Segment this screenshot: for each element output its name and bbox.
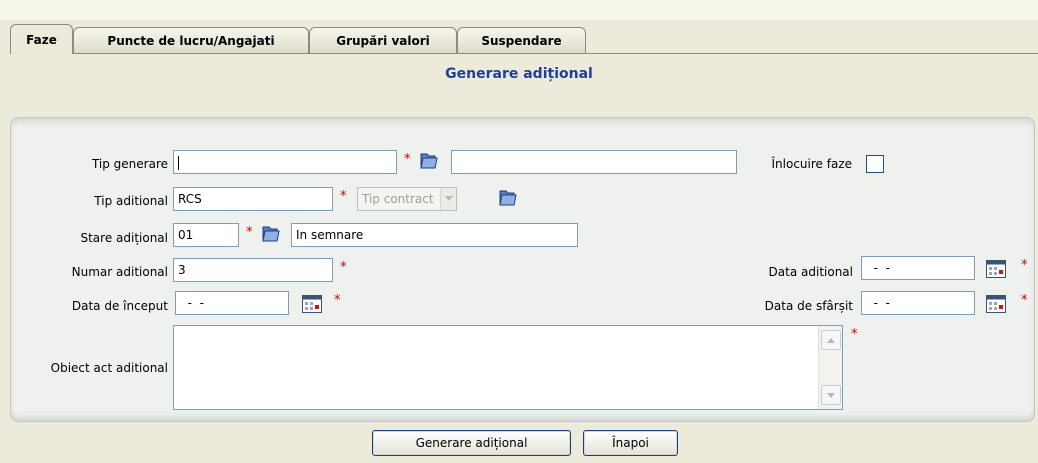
inapoi-button[interactable]: Înapoi — [583, 430, 678, 456]
folder-icon[interactable] — [418, 151, 440, 171]
required-mark: * — [1021, 293, 1028, 308]
textarea-scrollbar[interactable] — [818, 326, 842, 409]
folder-icon[interactable] — [260, 224, 282, 244]
required-mark: * — [340, 189, 347, 204]
calendar-icon[interactable] — [302, 295, 322, 313]
tip-contract-select-value: Tip contract — [362, 192, 434, 206]
data-sfarsit-label: Data de sfârșit — [764, 299, 853, 313]
stare-aditional-input[interactable]: 01 — [173, 223, 239, 247]
scroll-up-button[interactable] — [821, 330, 841, 350]
required-mark: * — [851, 327, 858, 342]
data-aditional-label: Data aditional — [768, 265, 853, 279]
tip-aditional-label: Tip aditional — [94, 194, 168, 208]
required-mark: * — [1021, 258, 1028, 273]
obiect-label: Obiect act aditional — [50, 361, 168, 375]
tip-generare-input[interactable] — [173, 150, 397, 174]
chevron-down-icon — [440, 188, 456, 210]
required-mark: * — [404, 152, 411, 167]
numar-aditional-input[interactable]: 3 — [173, 258, 333, 282]
tip-aditional-input[interactable]: RCS — [173, 187, 333, 211]
stare-aditional-label: Stare adițional — [80, 231, 168, 245]
tab-grupari-valori[interactable]: Grupări valori — [309, 27, 457, 53]
data-inceput-label: Data de început — [71, 299, 168, 313]
data-inceput-input[interactable]: - - — [175, 291, 289, 315]
required-mark: * — [246, 225, 253, 240]
tab-divider — [10, 53, 1038, 54]
tab-puncte-de-lucru[interactable]: Puncte de lucru/Angajati — [73, 27, 309, 53]
folder-icon[interactable] — [497, 188, 519, 208]
generare-aditional-button[interactable]: Generare adițional — [372, 430, 571, 456]
required-mark: * — [334, 293, 341, 308]
obiect-textarea[interactable] — [173, 325, 843, 410]
scroll-down-button[interactable] — [821, 385, 841, 405]
data-sfarsit-input[interactable]: - - — [861, 291, 975, 315]
top-strip — [0, 0, 1038, 20]
numar-aditional-label: Numar aditional — [71, 265, 168, 279]
inlocuire-faze-checkbox[interactable] — [866, 155, 884, 173]
page-title: Generare adițional — [445, 66, 593, 82]
tab-suspendare[interactable]: Suspendare — [457, 27, 586, 53]
calendar-icon[interactable] — [986, 260, 1006, 278]
tip-generare-description[interactable] — [451, 150, 737, 174]
stare-aditional-description[interactable]: In semnare — [291, 223, 578, 247]
calendar-icon[interactable] — [986, 295, 1006, 313]
required-mark: * — [340, 260, 347, 275]
data-aditional-input[interactable]: - - — [861, 256, 975, 280]
tab-faze[interactable]: Faze — [10, 24, 73, 54]
tip-contract-select[interactable]: Tip contract — [357, 187, 457, 211]
tip-generare-label: Tip generare — [91, 157, 168, 171]
inlocuire-faze-label: Înlocuire faze — [771, 157, 852, 171]
